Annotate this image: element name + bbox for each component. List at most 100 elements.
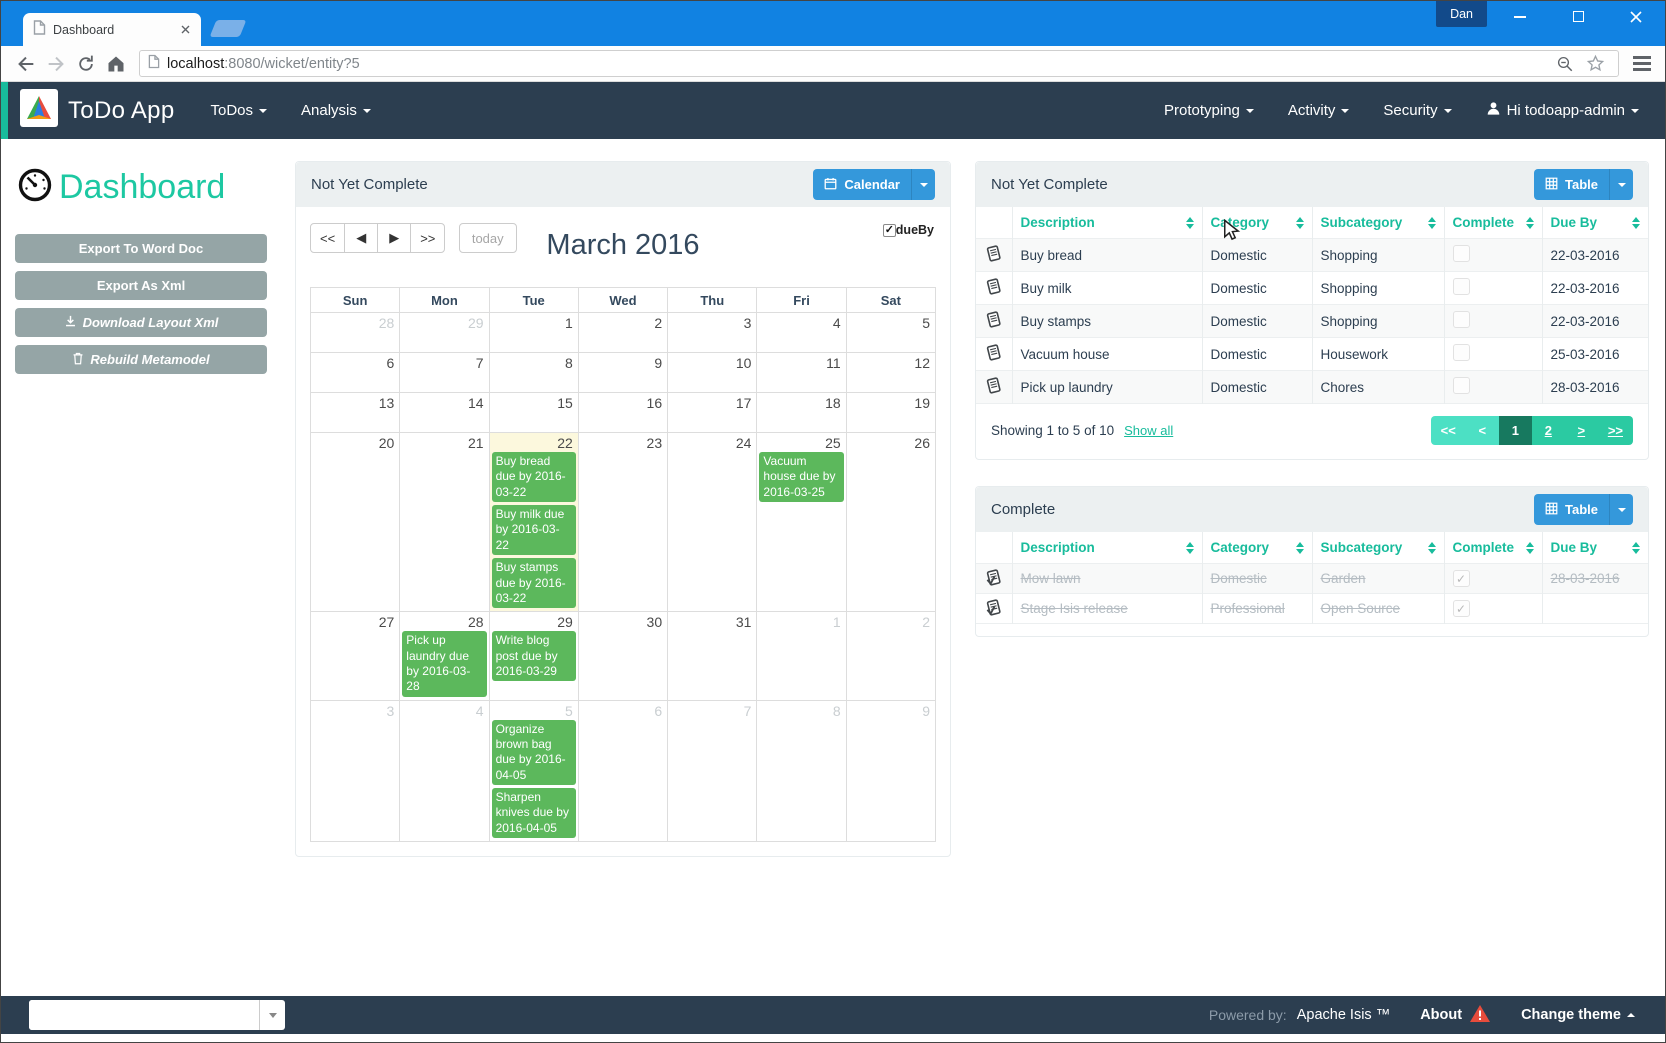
calendar-view-button[interactable]: Calendar	[813, 169, 935, 200]
calendar-day-7[interactable]: 7	[668, 700, 757, 842]
calendar-event[interactable]: Sharpen knives due by 2016-04-05	[492, 788, 576, 838]
calendar-day-29[interactable]: 29	[400, 313, 489, 353]
calendar-day-7[interactable]: 7	[400, 353, 489, 393]
calendar-day-1[interactable]: 1	[489, 313, 578, 353]
calendar-day-16[interactable]: 16	[578, 393, 667, 433]
calendar-day-8[interactable]: 8	[489, 353, 578, 393]
category-cell[interactable]: Domestic	[1202, 338, 1312, 371]
category-cell[interactable]: Domestic	[1202, 371, 1312, 404]
column-header-subcategory[interactable]: Subcategory	[1312, 532, 1444, 564]
page-button->>[interactable]: >>	[1598, 416, 1633, 445]
calendar-day-27[interactable]: 27	[311, 612, 400, 700]
category-cell[interactable]: Domestic	[1202, 239, 1312, 272]
table-row[interactable]: Vacuum houseDomesticHousework25-03-2016	[976, 338, 1648, 371]
calendar-day-19[interactable]: 19	[846, 393, 935, 433]
calendar-event[interactable]: Write blog post due by 2016-03-29	[492, 631, 576, 681]
menu-security[interactable]: Security	[1383, 102, 1451, 119]
description-cell[interactable]: Buy bread	[1012, 239, 1202, 272]
calendar-day-6[interactable]: 6	[578, 700, 667, 842]
footer-combobox[interactable]	[29, 1000, 285, 1030]
calendar-day-9[interactable]: 9	[578, 353, 667, 393]
menu-analysis[interactable]: Analysis	[301, 102, 371, 119]
calendar-day-2[interactable]: 2	[578, 313, 667, 353]
subcategory-cell[interactable]: Garden	[1312, 564, 1444, 594]
tab-close-icon[interactable]	[177, 22, 193, 38]
page-button-1[interactable]: 1	[1499, 416, 1532, 445]
menu-prototyping[interactable]: Prototyping	[1164, 102, 1254, 119]
forward-icon[interactable]	[41, 49, 71, 79]
page-button-2[interactable]: 2	[1532, 416, 1565, 445]
calendar-view-caret[interactable]	[911, 169, 935, 200]
column-header-due-by[interactable]: Due By	[1542, 207, 1648, 239]
calendar-day-2[interactable]: 2	[846, 612, 935, 700]
calendar-day-9[interactable]: 9	[846, 700, 935, 842]
change-theme-link[interactable]: Change theme	[1521, 1007, 1635, 1023]
complete-checkbox[interactable]	[1453, 245, 1470, 262]
description-cell[interactable]: Vacuum house	[1012, 338, 1202, 371]
calendar-day-23[interactable]: 23	[578, 433, 667, 612]
calendar-day-5[interactable]: 5	[846, 313, 935, 353]
menu-user[interactable]: Hi todoapp-admin	[1486, 101, 1639, 120]
calendar-day-21[interactable]: 21	[400, 433, 489, 612]
category-cell[interactable]: Domestic	[1202, 564, 1312, 594]
calendar-day-4[interactable]: 4	[400, 700, 489, 842]
calendar-event[interactable]: Buy milk due by 2016-03-22	[492, 505, 576, 555]
calendar-day-14[interactable]: 14	[400, 393, 489, 433]
browser-menu-icon[interactable]	[1629, 51, 1655, 77]
category-cell[interactable]: Domestic	[1202, 272, 1312, 305]
table-view-button-2[interactable]: Table	[1534, 494, 1633, 525]
calendar-day-12[interactable]: 12	[846, 353, 935, 393]
close-button[interactable]	[1607, 1, 1665, 32]
url-bar[interactable]: localhost:8080/wicket/entity?5	[139, 50, 1619, 77]
subcategory-cell[interactable]: Shopping	[1312, 305, 1444, 338]
description-cell[interactable]: Pick up laundry	[1012, 371, 1202, 404]
home-icon[interactable]	[101, 49, 131, 79]
refresh-icon[interactable]	[71, 49, 101, 79]
calendar-day-28[interactable]: 28	[311, 313, 400, 353]
calendar-day-5[interactable]: 5Organize brown bag due by 2016-04-05Sha…	[489, 700, 578, 842]
calendar-day-8[interactable]: 8	[757, 700, 846, 842]
column-header-category[interactable]: Category	[1202, 532, 1312, 564]
bookmark-star-icon[interactable]	[1580, 49, 1610, 79]
description-cell[interactable]: Mow lawn	[1012, 564, 1202, 594]
column-header-complete[interactable]: Complete	[1444, 207, 1542, 239]
complete-checkbox[interactable]	[1453, 311, 1470, 328]
category-cell[interactable]: Professional	[1202, 594, 1312, 624]
app-brand[interactable]: ToDo App	[20, 89, 174, 132]
calendar-event[interactable]: Buy stamps due by 2016-03-22	[492, 558, 576, 608]
calendar-day-11[interactable]: 11	[757, 353, 846, 393]
apache-isis-link[interactable]: Apache Isis ™	[1297, 1007, 1391, 1023]
table-row[interactable]: Buy stampsDomesticShopping22-03-2016	[976, 305, 1648, 338]
complete-checkbox[interactable]: ✓	[1453, 570, 1470, 587]
calendar-day-10[interactable]: 10	[668, 353, 757, 393]
subcategory-cell[interactable]: Shopping	[1312, 272, 1444, 305]
calendar-event[interactable]: Buy bread due by 2016-03-22	[492, 452, 576, 502]
calendar-day-18[interactable]: 18	[757, 393, 846, 433]
column-header-description[interactable]: Description	[1012, 207, 1202, 239]
calendar-day-29[interactable]: 29Write blog post due by 2016-03-29	[489, 612, 578, 700]
download-layout-xml-button[interactable]: Download Layout Xml	[15, 308, 267, 337]
page-button->[interactable]: >	[1565, 416, 1598, 445]
calendar-event[interactable]: Vacuum house due by 2016-03-25	[759, 452, 843, 502]
column-header-complete[interactable]: Complete	[1444, 532, 1542, 564]
calendar-day-3[interactable]: 3	[311, 700, 400, 842]
dueby-toggle[interactable]: ✓dueBy	[883, 223, 934, 237]
description-cell[interactable]: Buy stamps	[1012, 305, 1202, 338]
column-header-subcategory[interactable]: Subcategory	[1312, 207, 1444, 239]
complete-checkbox[interactable]: ✓	[1453, 600, 1470, 617]
table-view-button[interactable]: Table	[1534, 169, 1633, 200]
combobox-caret-icon[interactable]	[259, 1000, 285, 1030]
new-tab-button[interactable]	[210, 20, 247, 37]
calendar-day-25[interactable]: 25Vacuum house due by 2016-03-25	[757, 433, 846, 612]
calendar-day-24[interactable]: 24	[668, 433, 757, 612]
subcategory-cell[interactable]: Shopping	[1312, 239, 1444, 272]
calendar-day-30[interactable]: 30	[578, 612, 667, 700]
column-header-description[interactable]: Description	[1012, 532, 1202, 564]
table-view-caret[interactable]	[1609, 169, 1633, 200]
calendar-event[interactable]: Pick up laundry due by 2016-03-28	[402, 631, 486, 696]
dueby-checkbox[interactable]: ✓	[883, 224, 896, 237]
calendar-day-31[interactable]: 31	[668, 612, 757, 700]
calendar-day-3[interactable]: 3	[668, 313, 757, 353]
show-all-link[interactable]: Show all	[1124, 423, 1173, 438]
back-icon[interactable]	[11, 49, 41, 79]
